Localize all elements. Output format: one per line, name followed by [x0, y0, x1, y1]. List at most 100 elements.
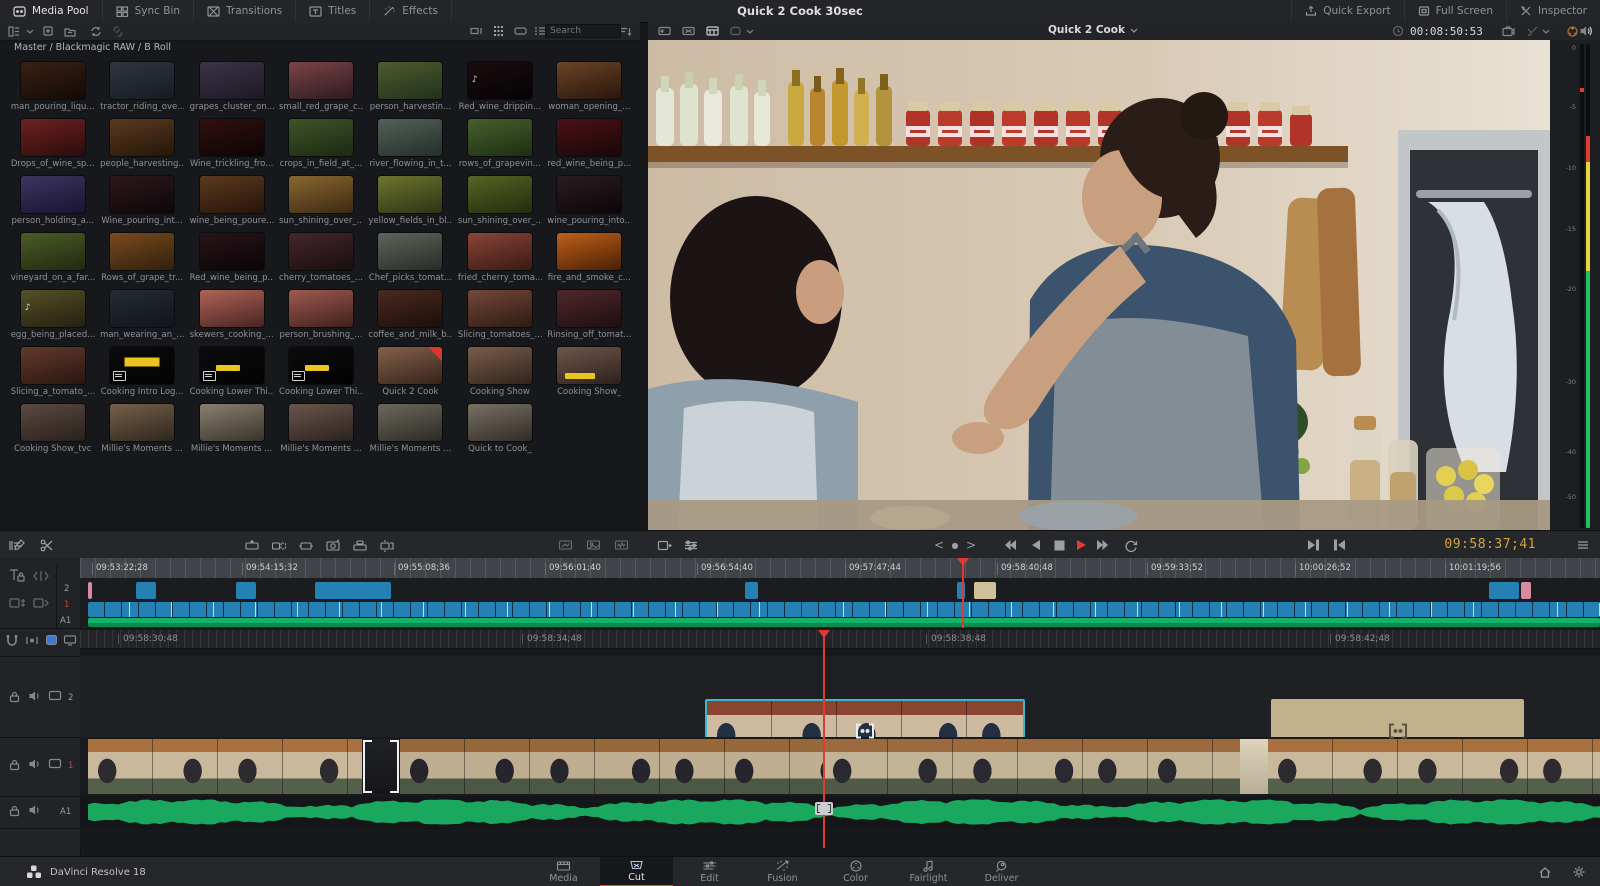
- settings-gear-icon[interactable]: [1572, 865, 1586, 879]
- track2-enable-icon[interactable]: [48, 690, 62, 701]
- media-clip[interactable]: river_flowing_in_t...: [366, 119, 455, 173]
- media-clip[interactable]: Cooking Show_: [545, 347, 634, 401]
- speaker-icon[interactable]: [1578, 24, 1594, 38]
- ripple-edit-icon[interactable]: [8, 596, 26, 610]
- media-clip[interactable]: sun_shining_over_...: [276, 176, 365, 230]
- timeline-clip[interactable]: [1240, 739, 1268, 794]
- breadcrumb[interactable]: Master / Blackmagic RAW / B Roll: [14, 42, 171, 53]
- viewer-mode-chevron-icon[interactable]: [742, 24, 758, 38]
- timeline-tools-icon[interactable]: [8, 537, 26, 553]
- media-clip[interactable]: woman_opening_...: [545, 62, 634, 116]
- tab-fusion[interactable]: Fusion: [746, 857, 819, 886]
- filmstrip-view-button[interactable]: [512, 24, 528, 38]
- media-clip[interactable]: sun_shining_over_...: [455, 176, 544, 230]
- go-to-start-button[interactable]: [1000, 537, 1018, 553]
- media-clip[interactable]: man_pouring_liqu...: [8, 62, 97, 116]
- tab-fairlight[interactable]: Fairlight: [892, 857, 965, 886]
- timeline-clip[interactable]: [362, 739, 400, 794]
- media-clip[interactable]: fire_and_smoke_c...: [545, 233, 634, 287]
- media-clip[interactable]: person_harvestin...: [366, 62, 455, 116]
- viewer-video[interactable]: [648, 40, 1550, 530]
- project-manager-home-icon[interactable]: [1538, 866, 1552, 879]
- timeline[interactable]: 09:58:30;48 09:58:34;48 09:58:38;48 09:58:4…: [80, 630, 1600, 848]
- media-clip[interactable]: person_brushing_...: [276, 290, 365, 344]
- overview-ruler[interactable]: 09:53:22;28 09:54:15;32 09:55:08;36 09:56:0…: [80, 558, 1600, 578]
- media-clip[interactable]: Cooking Lower Thi...: [187, 347, 276, 401]
- source-overwrite-button[interactable]: [378, 537, 396, 553]
- media-clip[interactable]: crops_in_field_at_...: [276, 119, 365, 173]
- panel-toggle-media-pool[interactable]: Media Pool: [0, 0, 103, 22]
- timeline-ruler[interactable]: 09:58:30;48 09:58:34;48 09:58:38;48 09:58:4…: [80, 630, 1600, 649]
- panel-toggle-transitions[interactable]: Transitions: [194, 0, 297, 22]
- media-clip[interactable]: vineyard_on_a_far...: [8, 233, 97, 287]
- media-clip[interactable]: Wine_pouring_int...: [97, 176, 186, 230]
- panel-toggle-titles[interactable]: Titles: [296, 0, 371, 22]
- media-clip[interactable]: people_harvesting...: [97, 119, 186, 173]
- playhead-handle[interactable]: [957, 558, 969, 566]
- play-around-in-icon[interactable]: [1304, 537, 1322, 553]
- overview-clip[interactable]: [974, 582, 996, 599]
- snapping-button[interactable]: [5, 634, 19, 647]
- track-lock-tool-icon[interactable]: [8, 568, 26, 584]
- photo-overlay-button[interactable]: [584, 537, 602, 553]
- media-clip[interactable]: wine_pouring_into...: [545, 176, 634, 230]
- media-clip[interactable]: yellow_fields_in_bl...: [366, 176, 455, 230]
- strip-view-button[interactable]: [468, 24, 484, 38]
- media-clip[interactable]: Rinsing_off_tomat...: [545, 290, 634, 344]
- media-clip[interactable]: grapes_cluster_on...: [187, 62, 276, 116]
- timeline-overview[interactable]: 09:53:22;28 09:54:15;32 09:55:08;36 09:56:0…: [80, 558, 1600, 628]
- import-folder-button[interactable]: [62, 24, 78, 38]
- media-clip[interactable]: Cooking Intro Log...: [97, 347, 186, 401]
- media-clip[interactable]: ♪ egg_being_placed...: [8, 290, 97, 344]
- source-tape-view-button[interactable]: [680, 24, 696, 38]
- timeline-playhead[interactable]: [818, 630, 830, 848]
- overview-clip[interactable]: [745, 582, 758, 599]
- overview-clip[interactable]: [315, 582, 391, 599]
- jog-right-icon[interactable]: >: [962, 537, 980, 553]
- media-clip[interactable]: Wine_trickling_fro...: [187, 119, 276, 173]
- media-clip[interactable]: Drops_of_wine_sp...: [8, 119, 97, 173]
- media-clip[interactable]: Rows_of_grape_tr...: [97, 233, 186, 287]
- panel-toggle-sync-bin[interactable]: Sync Bin: [103, 0, 195, 22]
- timeline-menu-icon[interactable]: [1574, 537, 1592, 553]
- play-button[interactable]: [1072, 537, 1090, 553]
- overview-clip[interactable]: [1489, 582, 1519, 599]
- trim-tool-icon[interactable]: [32, 568, 50, 584]
- media-clip[interactable]: person_holding_a...: [8, 176, 97, 230]
- media-clip[interactable]: Quick 2 Cook: [366, 347, 455, 401]
- go-to-end-button[interactable]: [1094, 537, 1112, 553]
- media-clip[interactable]: Slicing_a_tomato_...: [8, 347, 97, 401]
- grab-still-button[interactable]: [1500, 24, 1516, 38]
- sync-clips-button[interactable]: [88, 24, 104, 38]
- overview-clip[interactable]: [88, 582, 92, 599]
- audio-overlay-button[interactable]: [612, 537, 630, 553]
- marker-button[interactable]: [25, 634, 39, 647]
- source-clip-view-button[interactable]: [656, 24, 672, 38]
- timeline-view-button[interactable]: [704, 24, 720, 38]
- media-clip[interactable]: wine_being_poure...: [187, 176, 276, 230]
- media-clip[interactable]: Millie's Moments ...: [276, 404, 365, 458]
- close-up-button[interactable]: [324, 537, 342, 553]
- media-clip[interactable]: Millie's Moments ...: [97, 404, 186, 458]
- overview-clip[interactable]: [1521, 582, 1531, 599]
- media-clip[interactable]: small_red_grape_c...: [276, 62, 365, 116]
- search-input[interactable]: [545, 24, 621, 38]
- timeline-clip[interactable]: [823, 739, 1240, 794]
- media-clip[interactable]: Millie's Moments ...: [187, 404, 276, 458]
- quick-export-button[interactable]: Quick Export: [1291, 0, 1403, 22]
- media-clip[interactable]: tractor_riding_ove...: [97, 62, 186, 116]
- media-clip[interactable]: Cooking Lower Thi...: [276, 347, 365, 401]
- overview-clip[interactable]: [136, 582, 156, 599]
- media-clip[interactable]: fried_cherry_toma...: [455, 233, 544, 287]
- tools-panel-button[interactable]: [556, 537, 574, 553]
- tab-media[interactable]: Media: [527, 857, 600, 886]
- relink-button[interactable]: [110, 24, 126, 38]
- track2-lock-icon[interactable]: [8, 690, 21, 703]
- media-clip[interactable]: rows_of_grapevin...: [455, 119, 544, 173]
- tab-color[interactable]: Color: [819, 857, 892, 886]
- import-media-button[interactable]: [40, 24, 56, 38]
- media-clip[interactable]: Chef_picks_tomat...: [366, 233, 455, 287]
- thumbnail-view-button[interactable]: [490, 24, 506, 38]
- media-clip[interactable]: ♪ Red_wine_drippin...: [455, 62, 544, 116]
- track2-mute-icon[interactable]: [28, 690, 42, 702]
